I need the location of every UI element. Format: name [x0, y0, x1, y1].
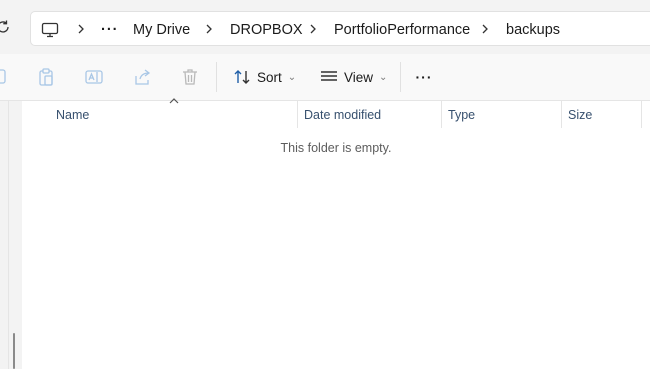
- copy-icon[interactable]: [0, 67, 10, 87]
- paste-icon[interactable]: [36, 67, 56, 87]
- address-row: ··· My Drive DROPBOX PortfolioPerformanc…: [0, 0, 650, 54]
- breadcrumb-item-dropbox[interactable]: DROPBOX: [230, 12, 303, 47]
- column-header-type[interactable]: Type: [448, 101, 560, 128]
- toolbar-separator: [400, 62, 401, 92]
- this-pc-icon[interactable]: [41, 12, 59, 47]
- chevron-down-icon: ⌄: [379, 71, 388, 83]
- file-explorer-window: ··· My Drive DROPBOX PortfolioPerformanc…: [0, 0, 650, 369]
- breadcrumb-overflow[interactable]: ···: [101, 12, 119, 47]
- breadcrumb-item-backups[interactable]: backups: [506, 12, 560, 47]
- chevron-right-icon[interactable]: [479, 23, 491, 35]
- sort-button[interactable]: Sort ⌄: [228, 62, 300, 92]
- navigation-pane: [0, 101, 8, 369]
- column-divider[interactable]: [441, 101, 442, 128]
- address-bar[interactable]: ··· My Drive DROPBOX PortfolioPerformanc…: [30, 11, 650, 46]
- more-options-button[interactable]: ···: [408, 62, 440, 92]
- delete-icon[interactable]: [180, 67, 200, 87]
- more-icon: ···: [415, 69, 433, 85]
- column-header-date-modified[interactable]: Date modified: [304, 101, 440, 128]
- pane-divider[interactable]: [8, 101, 9, 369]
- column-divider[interactable]: [641, 101, 642, 128]
- column-header-size[interactable]: Size: [568, 101, 640, 128]
- navigation-scrollbar[interactable]: [13, 333, 15, 369]
- file-list: Name Date modified Type Size This folder…: [22, 98, 650, 369]
- chevron-right-icon[interactable]: [307, 23, 319, 35]
- sort-icon: [232, 67, 252, 87]
- toolbar-separator: [216, 62, 217, 92]
- refresh-icon[interactable]: [0, 18, 12, 36]
- view-icon: [319, 67, 339, 87]
- chevron-down-icon: ⌄: [287, 71, 297, 83]
- rename-icon[interactable]: [84, 67, 104, 87]
- chevron-right-icon[interactable]: [203, 23, 215, 35]
- command-bar: Sort ⌄ View ⌄ ···: [0, 54, 650, 101]
- breadcrumb-item-my-drive[interactable]: My Drive: [133, 12, 190, 47]
- breadcrumb-item-portfolioperformance[interactable]: PortfolioPerformance: [334, 12, 470, 47]
- chevron-right-icon[interactable]: [75, 23, 87, 35]
- column-header-name[interactable]: Name: [56, 101, 296, 128]
- sort-label: Sort: [257, 69, 282, 85]
- share-icon[interactable]: [132, 67, 152, 87]
- column-divider[interactable]: [561, 101, 562, 128]
- view-label: View: [344, 69, 374, 85]
- view-button[interactable]: View ⌄: [315, 62, 391, 92]
- column-divider[interactable]: [297, 101, 298, 128]
- empty-folder-message: This folder is empty.: [280, 141, 392, 155]
